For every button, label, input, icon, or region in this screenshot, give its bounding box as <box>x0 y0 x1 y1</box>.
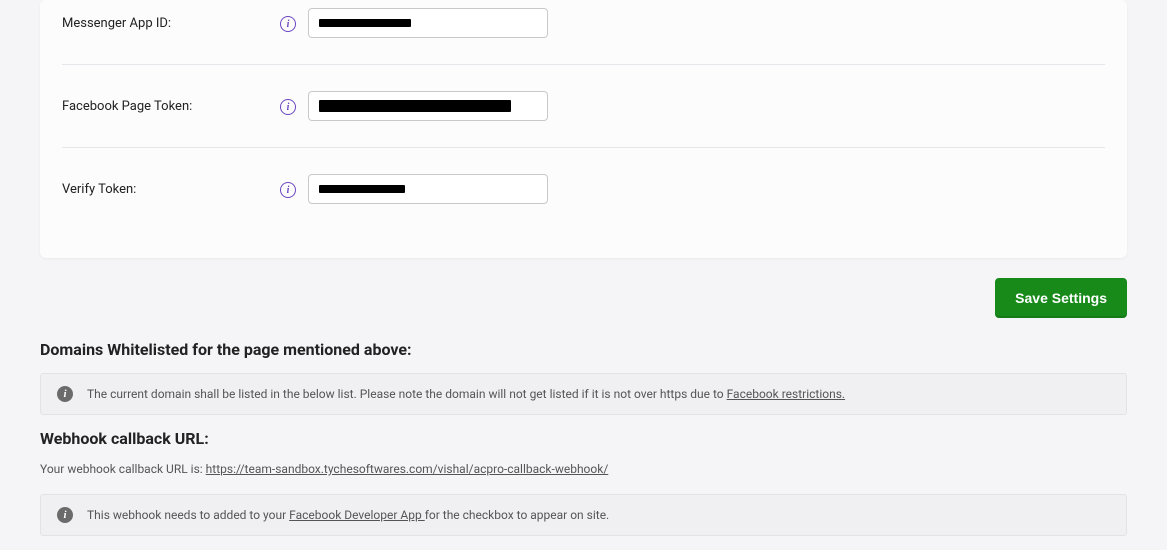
row-messenger-app-id: Messenger App ID: <box>62 0 1105 64</box>
webhook-notice-pre: This webhook needs to added to your <box>87 508 289 522</box>
page-token-label: Facebook Page Token: <box>62 99 280 114</box>
domains-heading: Domains Whitelisted for the page mention… <box>40 340 1127 359</box>
domains-notice-text: The current domain shall be listed in th… <box>87 387 727 401</box>
facebook-page-token-input[interactable] <box>308 91 548 121</box>
webhook-heading: Webhook callback URL: <box>40 429 1127 448</box>
webhook-text-pre: Your webhook callback URL is: <box>40 462 206 476</box>
verify-token-input[interactable] <box>308 174 548 204</box>
webhook-notice-post: for the checkbox to appear on site. <box>425 508 610 522</box>
facebook-restrictions-link[interactable]: Facebook restrictions. <box>727 387 845 401</box>
row-page-token: Facebook Page Token: <box>62 64 1105 147</box>
webhook-url-link[interactable]: https://team-sandbox.tychesoftwares.com/… <box>206 462 609 476</box>
messenger-app-id-input[interactable] <box>308 8 548 38</box>
info-icon <box>57 507 73 523</box>
row-verify-token: Verify Token: <box>62 147 1105 230</box>
messenger-label: Messenger App ID: <box>62 16 280 31</box>
save-settings-button[interactable]: Save Settings <box>995 278 1127 318</box>
info-icon[interactable] <box>280 182 296 198</box>
info-icon <box>57 386 73 402</box>
info-icon[interactable] <box>280 16 296 32</box>
facebook-developer-app-link[interactable]: Facebook Developer App <box>289 508 425 522</box>
info-icon[interactable] <box>280 99 296 115</box>
domains-notice: The current domain shall be listed in th… <box>40 373 1127 415</box>
verify-token-label: Verify Token: <box>62 182 280 197</box>
